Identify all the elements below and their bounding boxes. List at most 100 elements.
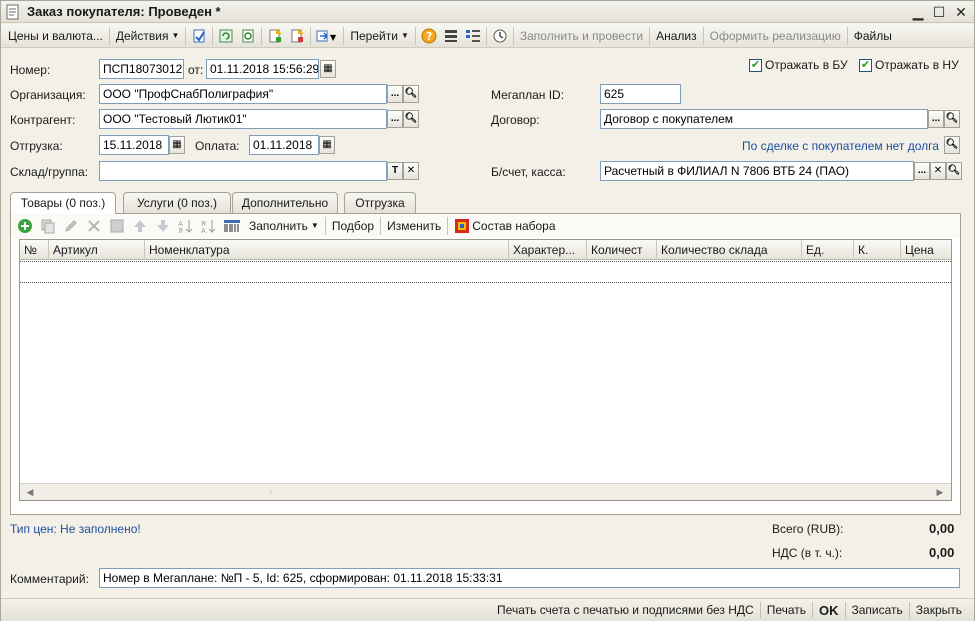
kit-composition-button[interactable]: Состав набора <box>450 216 559 236</box>
number-field[interactable]: ПСП18073012 <box>99 59 184 79</box>
sort-ascending-icon[interactable]: AЯ <box>176 216 196 236</box>
calendar-icon[interactable]: ▦ <box>319 136 335 154</box>
select-ellipsis-icon[interactable]: ... <box>914 162 930 180</box>
organization-label: Организация: <box>10 88 86 102</box>
change-button[interactable]: Изменить <box>383 216 445 236</box>
barcode-icon[interactable] <box>222 216 242 236</box>
search-icon[interactable]: 🔍︎ <box>946 162 962 180</box>
make-sale-button[interactable]: Оформить реализацию <box>706 26 845 46</box>
select-ellipsis-icon[interactable]: ... <box>387 85 403 103</box>
contractor-field[interactable]: ООО "Тестовый Лютик01" <box>99 109 387 129</box>
megaplan-id-field[interactable]: 625 <box>600 84 681 104</box>
add-row-icon[interactable] <box>15 216 35 236</box>
close-button[interactable]: Закрыть <box>910 603 968 617</box>
print-invoice-button[interactable]: Печать счета с печатью и подписями без Н… <box>491 603 760 617</box>
refresh-icon[interactable] <box>216 26 236 46</box>
reflect-nu-checkbox[interactable]: ✔ Отражать в НУ <box>859 58 959 72</box>
tab-services[interactable]: Услуги (0 поз.) <box>123 192 231 213</box>
account-field[interactable]: Расчетный в ФИЛИАЛ N 7806 ВТБ 24 (ПАО) <box>600 161 914 181</box>
contractor-label: Контрагент: <box>10 113 76 127</box>
toolbar-separator <box>343 26 345 45</box>
edit-row-icon[interactable] <box>61 216 81 236</box>
post-document-icon[interactable] <box>189 26 209 46</box>
calendar-icon[interactable]: ▦ <box>169 136 185 154</box>
goods-table[interactable]: № Артикул Номенклатура Характер... Колич… <box>19 239 952 501</box>
move-down-icon[interactable] <box>153 216 173 236</box>
toolbar-separator <box>212 26 214 45</box>
print-button[interactable]: Печать <box>761 603 812 617</box>
scroll-thumb-grip-icon[interactable]: ▫ <box>267 485 275 499</box>
tab-shipment[interactable]: Отгрузка <box>344 192 416 213</box>
move-up-icon[interactable] <box>130 216 150 236</box>
movement-icon[interactable]: ▼ <box>314 26 340 46</box>
column-header-warehouse-quantity[interactable]: Количество склада <box>657 240 802 260</box>
contract-field[interactable]: Договор с покупателем <box>600 109 928 129</box>
date-field[interactable]: 01.11.2018 15:56:29 <box>206 59 319 79</box>
clear-icon[interactable]: ✕ <box>403 162 419 180</box>
scroll-left-icon[interactable]: ◀ <box>22 485 38 499</box>
toolbar-separator <box>108 26 110 45</box>
structure-icon[interactable] <box>287 26 307 46</box>
horizontal-scrollbar[interactable]: ◀ ▫ ▶ <box>20 483 951 500</box>
date-label: от: <box>188 63 204 77</box>
select-ellipsis-icon[interactable]: ... <box>387 110 403 128</box>
prices-currency-button[interactable]: Цены и валюта... <box>4 26 107 46</box>
sort-descending-icon[interactable]: ЯA <box>199 216 219 236</box>
tree-view-icon[interactable] <box>463 26 483 46</box>
column-header-unit[interactable]: Ед. <box>802 240 854 260</box>
help-icon[interactable]: ? <box>419 26 439 46</box>
search-icon[interactable]: 🔍︎ <box>403 110 419 128</box>
column-header-price[interactable]: Цена <box>901 240 951 260</box>
search-icon[interactable]: 🔍︎ <box>403 85 419 103</box>
close-icon[interactable]: ✕ <box>952 3 970 21</box>
analysis-button[interactable]: Анализ <box>652 26 701 46</box>
selection-button[interactable]: Подбор <box>328 216 378 236</box>
column-header-quantity[interactable]: Количест <box>587 240 657 260</box>
list-view-icon[interactable] <box>441 26 461 46</box>
scroll-right-icon[interactable]: ▶ <box>932 485 948 499</box>
files-button[interactable]: Файлы <box>850 26 896 46</box>
save-button[interactable]: Записать <box>846 603 909 617</box>
end-edit-icon[interactable] <box>107 216 127 236</box>
based-on-icon[interactable] <box>265 26 285 46</box>
select-ellipsis-icon[interactable]: ... <box>928 110 944 128</box>
history-icon[interactable] <box>490 26 510 46</box>
tab-goods[interactable]: Товары (0 поз.) <box>10 192 116 214</box>
title-bar: Заказ покупателя: Проведен * ▁ ☐ ✕ <box>1 1 974 23</box>
maximize-icon[interactable]: ☐ <box>930 3 948 21</box>
search-icon[interactable]: 🔍︎ <box>944 136 960 154</box>
goto-menu-button[interactable]: Перейти ▼ <box>346 26 412 46</box>
copy-row-icon[interactable] <box>38 216 58 236</box>
column-header-nomenclature[interactable]: Номенклатура <box>145 240 509 260</box>
delete-row-icon[interactable] <box>84 216 104 236</box>
minimize-icon[interactable]: ▁ <box>909 3 927 21</box>
clear-icon[interactable]: ✕ <box>930 162 946 180</box>
toolbar-separator <box>380 217 382 235</box>
column-header-number[interactable]: № <box>20 240 49 260</box>
ok-button[interactable]: OK <box>813 603 845 618</box>
column-header-coefficient[interactable]: К. <box>854 240 901 260</box>
type-icon[interactable]: T <box>387 162 403 180</box>
column-header-article[interactable]: Артикул <box>49 240 145 260</box>
warehouse-field[interactable] <box>99 161 387 181</box>
comment-field[interactable]: Номер в Мегаплане: №П - 5, Id: 625, сфор… <box>99 568 960 588</box>
table-row[interactable] <box>20 261 951 283</box>
calendar-icon[interactable]: ▦ <box>320 60 336 78</box>
warehouse-label: Склад/группа: <box>10 165 88 179</box>
search-icon[interactable]: 🔍︎ <box>944 110 960 128</box>
column-header-characteristic[interactable]: Характер... <box>509 240 587 260</box>
debt-link[interactable]: По сделке с покупателем нет долга <box>742 139 939 153</box>
shipment-date-field[interactable]: 15.11.2018 <box>99 135 169 155</box>
main-toolbar: Цены и валюта... Действия ▼ ▼ Перейти ▼ ? <box>1 24 974 48</box>
fill-post-button[interactable]: Заполнить и провести <box>516 26 647 46</box>
payment-date-field[interactable]: 01.11.2018 <box>249 135 319 155</box>
actions-menu-button[interactable]: Действия ▼ <box>112 26 184 46</box>
organization-field[interactable]: ООО "ПрофСнабПолиграфия" <box>99 84 387 104</box>
reflect-bu-checkbox[interactable]: ✔ Отражать в БУ <box>749 58 848 72</box>
tab-additional[interactable]: Дополнительно <box>232 192 338 213</box>
copy-document-icon[interactable] <box>238 26 258 46</box>
price-type-link[interactable]: Тип цен: Не заполнено! <box>10 522 141 536</box>
fill-menu-button[interactable]: Заполнить ▼ <box>245 216 323 236</box>
toolbar-separator <box>324 217 326 235</box>
checkmark-icon: ✔ <box>749 58 762 72</box>
